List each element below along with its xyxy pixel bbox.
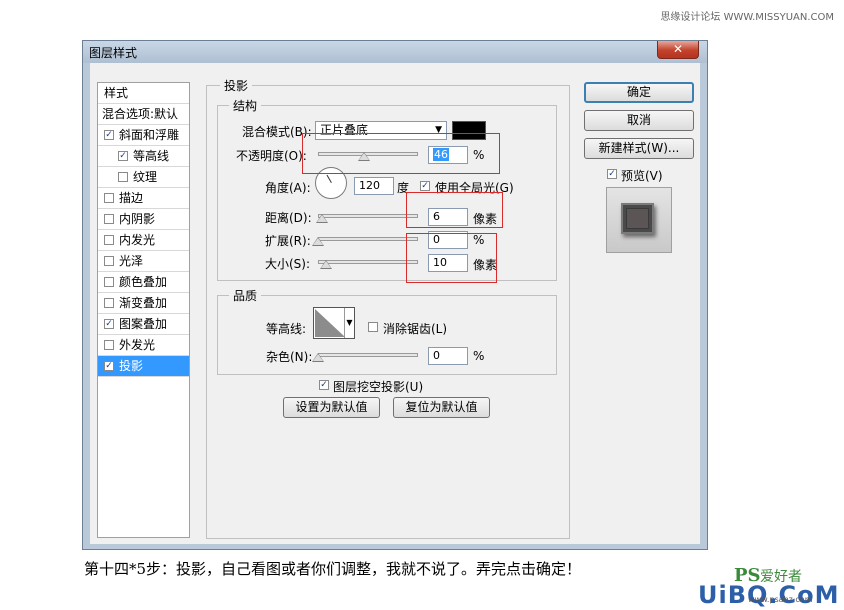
checkbox-pattern-overlay[interactable] — [104, 318, 114, 329]
contour-preview-icon — [315, 309, 345, 337]
close-button[interactable]: ✕ — [657, 41, 699, 59]
checkbox-satin[interactable] — [104, 255, 114, 266]
checkbox-texture[interactable] — [118, 171, 128, 182]
size-label: 大小(S): — [265, 257, 311, 271]
contour-picker[interactable]: ▼ — [313, 307, 355, 339]
reset-default-button[interactable]: 复位为默认值 — [393, 397, 490, 418]
preview-label: 预览(V) — [621, 169, 663, 183]
styles-list-header[interactable]: 样式 — [98, 83, 189, 104]
checkbox-color-overlay[interactable] — [104, 276, 114, 287]
style-item-label: 图案叠加 — [119, 317, 168, 331]
style-item-pattern-overlay[interactable]: 图案叠加 — [98, 314, 189, 335]
highlight-opacity — [302, 133, 500, 174]
style-item-bevel[interactable]: 斜面和浮雕 — [98, 125, 189, 146]
style-item-label: 斜面和浮雕 — [119, 128, 180, 142]
checkbox-inner-shadow[interactable] — [104, 213, 114, 224]
style-item-outer-glow[interactable]: 外发光 — [98, 335, 189, 356]
checkbox-outer-glow[interactable] — [104, 339, 114, 350]
checkbox-bevel[interactable] — [104, 129, 114, 140]
checkbox-gradient-overlay[interactable] — [104, 297, 114, 308]
size-slider-thumb[interactable] — [320, 260, 332, 269]
noise-slider[interactable] — [318, 353, 418, 357]
angle-dial-indicator — [326, 174, 332, 183]
global-light-checkbox[interactable] — [420, 181, 430, 191]
spread-slider[interactable] — [318, 237, 418, 241]
style-item-label: 等高线 — [133, 149, 170, 163]
angle-input[interactable]: 120 — [354, 177, 394, 195]
cancel-button[interactable]: 取消 — [584, 110, 694, 131]
style-item-label: 投影 — [119, 359, 144, 373]
noise-label: 杂色(N): — [266, 350, 313, 364]
blend-options-item[interactable]: 混合选项:默认 — [98, 104, 189, 125]
preview-checkbox[interactable] — [607, 169, 617, 179]
tutorial-caption: 第十四*5步：投影，自己看图或者你们调整，我就不说了。弄完点击确定！ — [84, 560, 582, 578]
knockout-checkbox[interactable] — [319, 380, 329, 390]
checkbox-stroke[interactable] — [104, 192, 114, 203]
spread-slider-thumb[interactable] — [312, 237, 324, 246]
style-item-label: 内发光 — [119, 233, 156, 247]
styles-list: 样式 混合选项:默认 斜面和浮雕 等高线 纹理 描边 内阴影 内发光 光泽 颜色… — [97, 82, 190, 538]
structure-title: 结构 — [229, 97, 262, 114]
style-item-label: 内阴影 — [119, 212, 156, 226]
site-logo: PS 爱好者 UiBQ.CoM www.psahz.com — [698, 565, 839, 609]
distance-slider-thumb[interactable] — [316, 214, 328, 223]
style-item-color-overlay[interactable]: 颜色叠加 — [98, 272, 189, 293]
new-style-button[interactable]: 新建样式(W)... — [584, 138, 694, 159]
style-item-label: 外发光 — [119, 338, 156, 352]
noise-slider-thumb[interactable] — [312, 353, 324, 362]
dialog-title: 图层样式 — [89, 46, 138, 60]
style-preview — [606, 187, 672, 253]
style-item-label: 纹理 — [133, 170, 158, 184]
style-item-inner-glow[interactable]: 内发光 — [98, 230, 189, 251]
distance-slider[interactable] — [318, 214, 418, 218]
noise-input[interactable]: 0 — [428, 347, 468, 365]
checkbox-contour[interactable] — [118, 150, 128, 161]
layer-style-dialog: 图层样式 ✕ 样式 混合选项:默认 斜面和浮雕 等高线 纹理 描边 内阴影 内发… — [82, 40, 708, 550]
checkbox-inner-glow[interactable] — [104, 234, 114, 245]
logo-url: www.psahz.com — [748, 595, 813, 604]
angle-label: 角度(A): — [265, 181, 311, 195]
style-item-drop-shadow[interactable]: 投影 — [98, 356, 189, 377]
size-slider[interactable] — [318, 260, 418, 264]
highlight-size — [406, 233, 497, 283]
antialias-checkbox[interactable] — [368, 322, 378, 332]
style-item-gradient-overlay[interactable]: 渐变叠加 — [98, 293, 189, 314]
contour-label: 等高线: — [266, 322, 307, 336]
noise-unit: % — [473, 349, 485, 363]
chevron-down-icon[interactable]: ▼ — [344, 308, 354, 338]
drop-shadow-title: 投影 — [220, 77, 253, 94]
style-item-label: 光泽 — [119, 254, 144, 268]
style-item-texture[interactable]: 纹理 — [98, 167, 189, 188]
distance-label: 距离(D): — [265, 211, 312, 225]
style-item-satin[interactable]: 光泽 — [98, 251, 189, 272]
style-item-label: 描边 — [119, 191, 144, 205]
style-item-label: 颜色叠加 — [119, 275, 168, 289]
style-item-inner-shadow[interactable]: 内阴影 — [98, 209, 189, 230]
preview-swatch — [621, 203, 654, 234]
ok-button[interactable]: 确定 — [584, 82, 694, 103]
quality-title: 品质 — [229, 287, 262, 304]
watermark-top: 思缘设计论坛 WWW.MISSYUAN.COM — [660, 12, 834, 23]
highlight-distance — [406, 192, 503, 228]
opacity-label: 不透明度(O): — [236, 149, 307, 163]
knockout-label: 图层挖空投影(U) — [333, 380, 424, 394]
make-default-button[interactable]: 设置为默认值 — [283, 397, 380, 418]
style-item-label: 渐变叠加 — [119, 296, 168, 310]
antialias-label: 消除锯齿(L) — [383, 322, 448, 336]
style-item-stroke[interactable]: 描边 — [98, 188, 189, 209]
close-icon: ✕ — [672, 42, 684, 56]
spread-label: 扩展(R): — [265, 234, 311, 248]
checkbox-drop-shadow[interactable] — [104, 360, 114, 371]
dialog-titlebar: 图层样式 ✕ — [83, 41, 707, 63]
style-item-contour[interactable]: 等高线 — [98, 146, 189, 167]
